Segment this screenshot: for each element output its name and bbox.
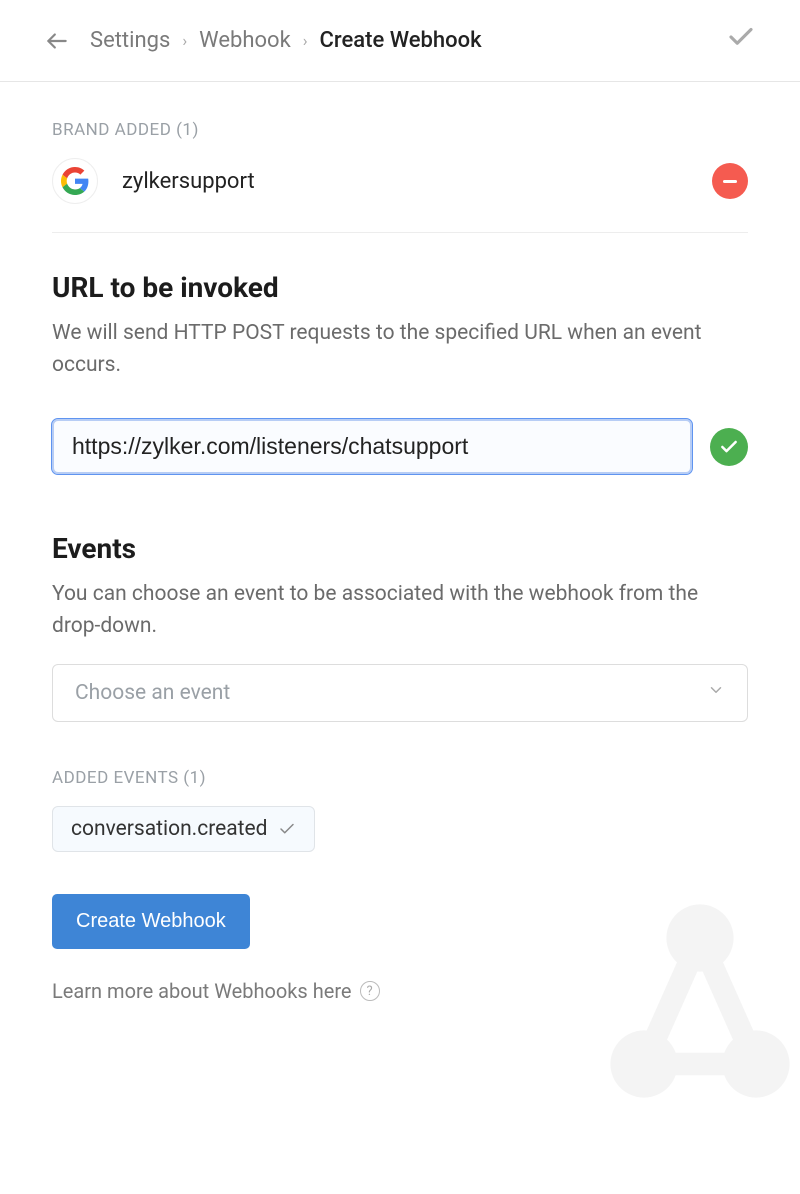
url-valid-icon <box>710 428 748 466</box>
learn-more-link[interactable]: Learn more about Webhooks here ? <box>52 979 748 1003</box>
brand-avatar-icon <box>52 158 98 204</box>
event-select-placeholder: Choose an event <box>75 681 230 705</box>
events-section-desc: You can choose an event to be associated… <box>52 579 748 642</box>
added-event-chip[interactable]: conversation.created <box>52 806 315 852</box>
brand-row: zylkersupport <box>52 158 748 233</box>
brand-added-label: BRAND ADDED (1) <box>52 120 748 140</box>
events-section-title: Events <box>52 532 748 565</box>
breadcrumb-webhook[interactable]: Webhook <box>199 28 291 53</box>
create-webhook-button[interactable]: Create Webhook <box>52 894 250 949</box>
chevron-down-icon <box>707 681 725 705</box>
help-icon: ? <box>360 981 380 1001</box>
added-event-name: conversation.created <box>71 817 268 841</box>
confirm-check-icon[interactable] <box>726 22 756 59</box>
back-button[interactable] <box>44 28 70 54</box>
breadcrumb-current: Create Webhook <box>320 28 482 53</box>
minus-icon <box>723 180 737 183</box>
check-icon <box>278 820 296 838</box>
remove-brand-button[interactable] <box>712 163 748 199</box>
brand-name: zylkersupport <box>122 169 712 194</box>
url-section-title: URL to be invoked <box>52 271 748 304</box>
breadcrumb-settings[interactable]: Settings <box>90 28 170 53</box>
added-events-label: ADDED EVENTS (1) <box>52 768 748 788</box>
chevron-right-icon: › <box>303 31 308 50</box>
webhook-url-input[interactable] <box>52 419 692 474</box>
event-select[interactable]: Choose an event <box>52 664 748 722</box>
breadcrumb: Settings › Webhook › Create Webhook <box>90 28 726 53</box>
url-section-desc: We will send HTTP POST requests to the s… <box>52 318 748 381</box>
chevron-right-icon: › <box>182 31 187 50</box>
